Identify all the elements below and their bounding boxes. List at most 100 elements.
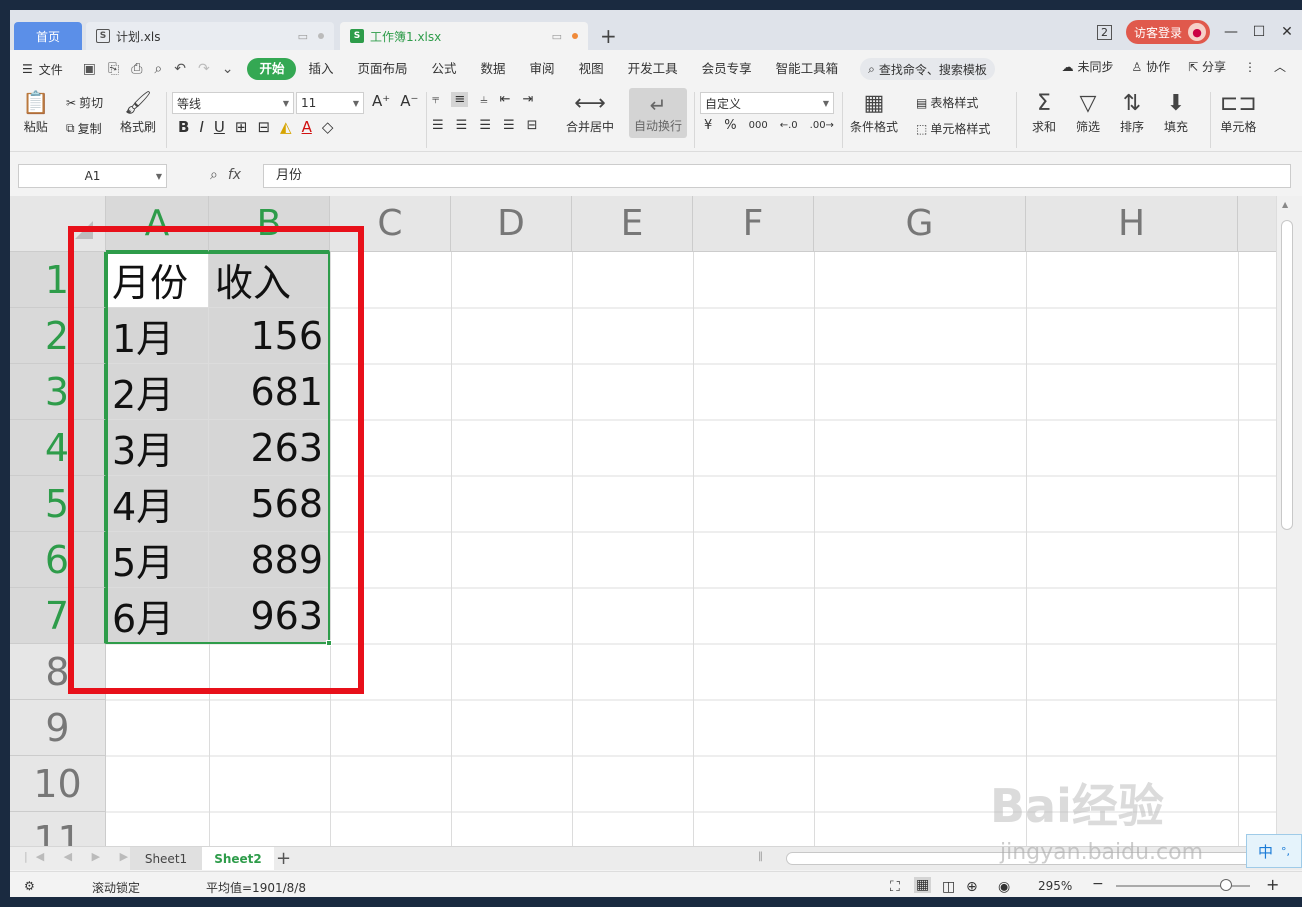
vertical-scroll-thumb[interactable] [1281,220,1293,530]
share-button[interactable]: ⇱ 分享 [1188,58,1226,75]
customize-toolbar-icon[interactable]: ⌄ [222,61,234,77]
more-icon[interactable]: ⋮ [1244,60,1256,74]
copy-button[interactable]: ⧉ 复制 [66,120,102,137]
fullscreen-icon[interactable]: ⛶ [890,879,900,895]
eye-protection-icon[interactable]: ◉ [998,879,1010,895]
font-size-select[interactable]: 11 ▼ [296,92,364,114]
zoom-search-icon[interactable]: ⌕ [210,167,218,183]
thousands-separator-icon[interactable]: 000 [749,120,768,131]
cell-style-button[interactable]: ⬚ 单元格样式 [916,120,990,137]
sum-button[interactable]: Σ 求和 [1032,92,1056,135]
menu-formulas[interactable]: 公式 [420,58,469,80]
paste-button[interactable]: 📋 粘贴 [22,92,49,135]
minimize-icon[interactable]: — [1224,24,1238,40]
filter-button[interactable]: ▽ 筛选 [1076,92,1100,135]
collaborate-button[interactable]: ♙ 协作 [1131,58,1170,75]
menu-developer[interactable]: 开发工具 [616,58,690,80]
menu-smart-toolbox[interactable]: 智能工具箱 [764,58,851,80]
normal-view-icon[interactable]: ▦ [914,877,932,893]
format-painter-button[interactable]: 🖌 格式刷 [120,92,156,135]
zoom-level[interactable]: 295% [1038,879,1072,893]
distributed-icon[interactable]: ⊟ [527,118,538,133]
wrap-text-button[interactable]: ↵ 自动换行 [629,88,687,138]
menu-review[interactable]: 审阅 [518,58,567,80]
bold-icon[interactable]: B [178,118,189,136]
border-icon[interactable]: ⊞ [235,118,248,136]
number-format-select[interactable]: 自定义 ▼ [700,92,834,114]
align-right-icon[interactable]: ☰ [479,118,491,133]
menu-view[interactable]: 视图 [567,58,616,80]
export-icon[interactable]: ⎘ [108,61,119,77]
sort-button[interactable]: ⇅ 排序 [1120,92,1144,135]
currency-icon[interactable]: ¥ [704,118,712,133]
ribbon: 📋 粘贴 ✂ 剪切 ⧉ 复制 🖌 格式刷 等线 ▼ 11 ▼ A⁺ A⁻ B I U ⊞… [10,86,1302,152]
file-menu[interactable]: ☰ 文件 [22,61,63,78]
increase-font-icon[interactable]: A⁺ [372,92,390,110]
align-bottom-icon[interactable]: ⫨ [480,92,487,107]
merge-center-button[interactable]: ⟷ 合并居中 [566,92,614,135]
split-handle[interactable]: ‖ [758,851,763,862]
tab-home[interactable]: 首页 [14,22,82,50]
window-count-badge[interactable]: 2 [1096,24,1112,40]
increase-decimal-icon[interactable]: ←.0 [780,120,798,131]
italic-icon[interactable]: I [199,118,203,136]
close-icon[interactable]: ✕ [1280,24,1294,40]
tab-file-plan[interactable]: S 计划.xls ▭ [86,22,334,50]
guest-login-button[interactable]: 访客登录 ● [1125,20,1210,44]
zoom-in-icon[interactable]: + [1266,875,1279,894]
justify-icon[interactable]: ☰ [503,118,515,133]
percent-icon[interactable]: % [724,118,736,133]
monitor-icon[interactable]: ▭ [552,30,562,43]
page-break-view-icon[interactable]: ⊕ [966,879,978,895]
underline-icon[interactable]: U [214,118,225,136]
maximize-icon[interactable]: ☐ [1252,24,1266,40]
cut-button[interactable]: ✂ 剪切 [66,94,103,111]
menu-home[interactable]: 开始 [247,58,297,80]
sheet-tab-sheet2[interactable]: Sheet2 [202,847,274,870]
font-name-select[interactable]: 等线 ▼ [172,92,294,114]
increase-indent-icon[interactable]: ⇥ [523,92,534,107]
vertical-scrollbar[interactable]: ▲ [1276,196,1302,846]
zoom-slider-knob[interactable] [1220,879,1232,891]
align-top-icon[interactable]: ⫧ [432,92,439,107]
fill-button[interactable]: ⬇ 填充 [1164,92,1188,135]
menu-insert[interactable]: 插入 [296,58,345,80]
conditional-format-button[interactable]: ▦ 条件格式 [850,92,898,135]
align-middle-icon[interactable]: ≡ [451,92,469,107]
undo-icon[interactable]: ↶ [174,61,186,77]
print-preview-icon[interactable]: ⌕ [154,61,162,77]
save-icon[interactable]: ▣ [83,61,96,77]
table-style-button[interactable]: ▤ 表格样式 [916,94,978,111]
zoom-out-icon[interactable]: − [1092,876,1104,892]
sync-status[interactable]: ☁ 未同步 [1062,58,1114,75]
sheet-tab-sheet1[interactable]: Sheet1 [130,847,202,870]
fx-icon[interactable]: fx [228,167,241,183]
tab-file-workbook1[interactable]: S 工作簿1.xlsx ▭ [340,22,588,50]
new-tab-button[interactable]: + [600,24,617,48]
menu-data[interactable]: 数据 [469,58,518,80]
command-search[interactable]: ⌕ 查找命令、搜索模板 [860,58,995,80]
align-left-icon[interactable]: ☰ [432,118,444,133]
cell-button[interactable]: ⊏⊐ 单元格 [1220,92,1257,135]
align-center-icon[interactable]: ☰ [456,118,468,133]
cell-format-icon[interactable]: ⊟ [257,118,270,136]
collapse-ribbon-icon[interactable]: ︿ [1274,58,1286,75]
name-box[interactable]: A1 ▼ [18,164,167,188]
clear-format-icon[interactable]: ◇ [322,118,334,136]
hamburger-icon: ☰ [22,62,33,76]
menu-vip[interactable]: 会员专享 [690,58,764,80]
fill-color-icon[interactable]: ◭ [280,118,292,136]
decrease-indent-icon[interactable]: ⇤ [500,92,511,107]
ime-indicator[interactable]: 中 °, [1246,834,1302,868]
decrease-decimal-icon[interactable]: .00→ [810,120,834,131]
print-icon[interactable]: ⎙ [131,61,142,77]
add-sheet-button[interactable]: + [276,848,291,869]
formula-input[interactable]: 月份 [263,164,1291,188]
monitor-icon[interactable]: ▭ [298,30,308,43]
decrease-font-icon[interactable]: A⁻ [400,92,418,110]
page-layout-view-icon[interactable]: ◫ [942,879,955,895]
menu-page-layout[interactable]: 页面布局 [346,58,420,80]
font-color-icon[interactable]: A [302,118,312,136]
redo-icon[interactable]: ↷ [198,61,210,77]
macro-icon[interactable]: ⚙ [24,879,35,893]
